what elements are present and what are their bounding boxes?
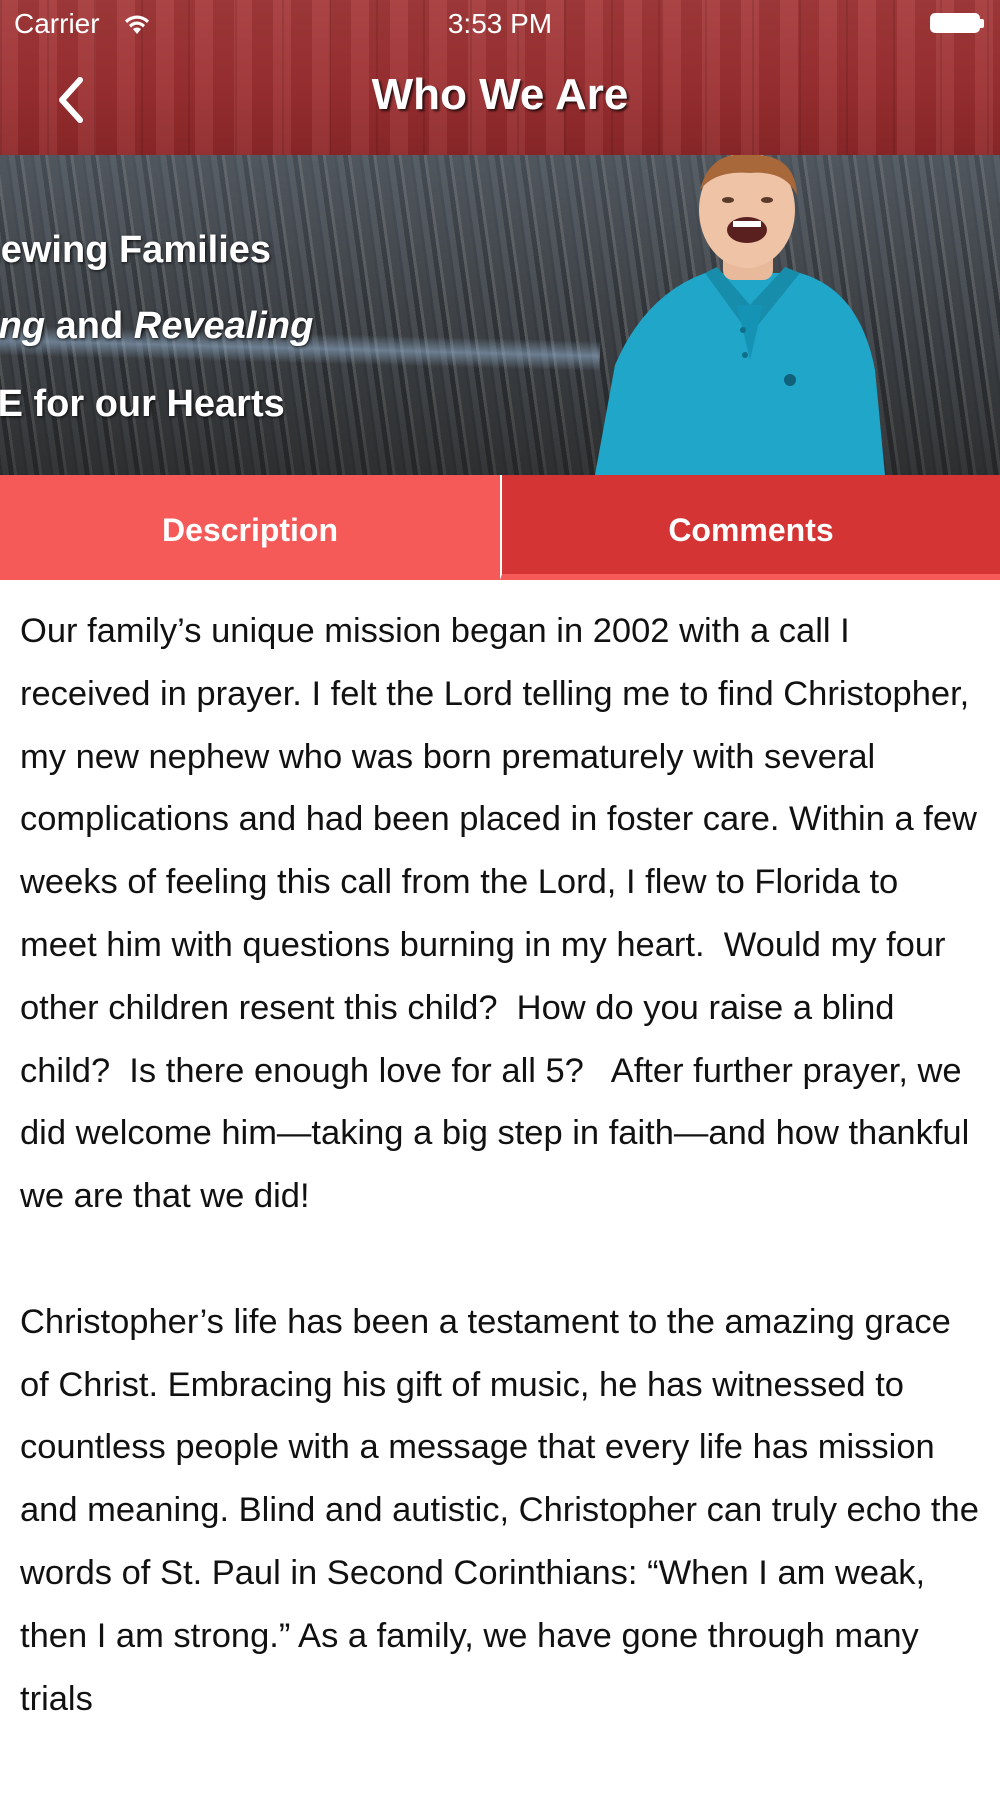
- hero-banner: Renewing Families Reviving and Revealing…: [0, 155, 1000, 475]
- banner-word-and: and: [45, 305, 134, 347]
- battery-icon: [930, 13, 984, 35]
- paragraph-2: Christopher’s life has been a testament …: [20, 1302, 989, 1718]
- description-content: Our family’s unique mission began in 200…: [20, 600, 980, 1793]
- tab-bar: Description Comments: [0, 475, 1000, 580]
- banner-line-2: Reviving and Revealing: [0, 305, 600, 348]
- tab-comments[interactable]: Comments: [500, 475, 1000, 580]
- boy-photo: [595, 155, 885, 475]
- banner-line-1: Renewing Families: [0, 229, 272, 271]
- navigation-bar: Carrier 3:53 PM Who We Are: [0, 0, 1000, 155]
- tab-description[interactable]: Description: [0, 475, 500, 580]
- paragraph-1: Our family’s unique mission began in 200…: [20, 612, 987, 1216]
- clock: 3:53 PM: [447, 8, 553, 39]
- banner-line-3: HOPE for our Hearts: [0, 383, 285, 425]
- page-title: Who We Are: [371, 70, 629, 119]
- banner-word-reviving: Reviving: [0, 305, 46, 347]
- status-bar: Carrier 3:53 PM: [0, 0, 1000, 50]
- banner-word-revealing: Revealing: [133, 305, 314, 347]
